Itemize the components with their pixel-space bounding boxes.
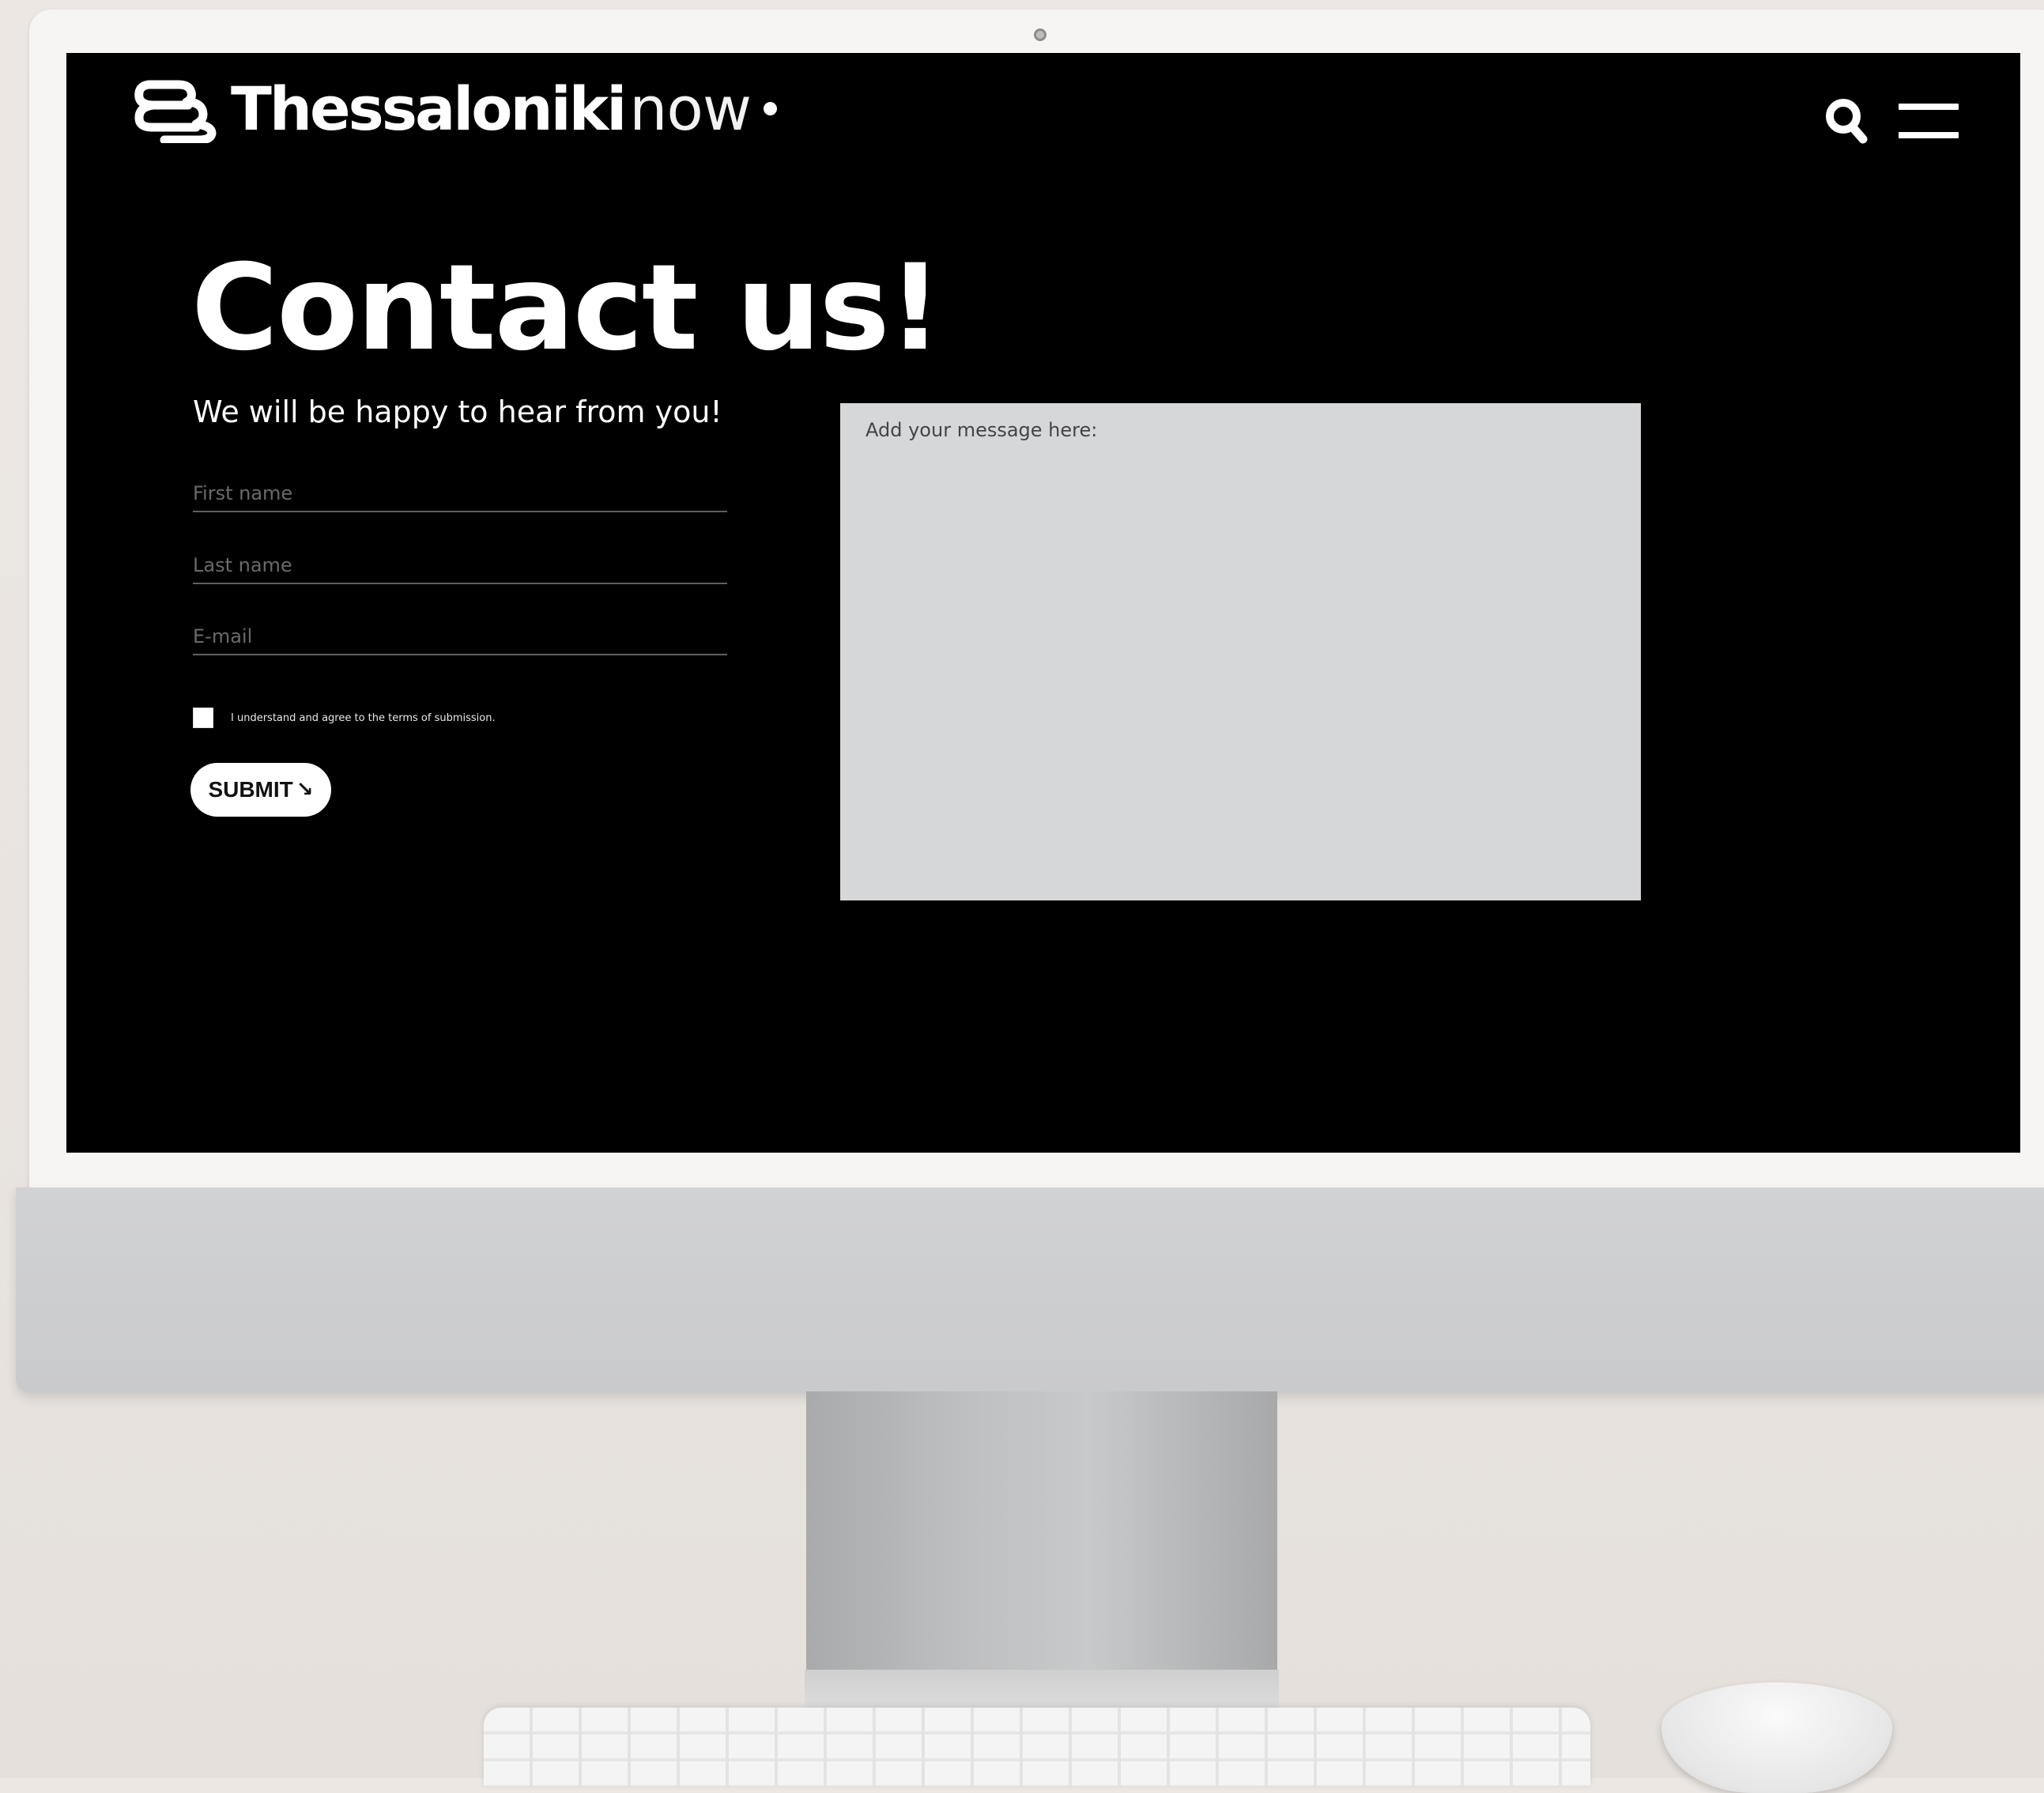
first-name-input[interactable] bbox=[193, 478, 727, 509]
search-button[interactable] bbox=[1824, 97, 1869, 145]
logo-wordmark: Thessalonikinow bbox=[231, 79, 778, 139]
search-icon bbox=[1826, 99, 1868, 144]
monitor-stand bbox=[806, 1391, 1277, 1708]
arrow-down-right-icon: ↘ bbox=[296, 778, 314, 802]
terms-label: I understand and agree to the terms of s… bbox=[231, 712, 496, 724]
monitor-stand-foot bbox=[805, 1670, 1279, 1708]
first-name-field bbox=[193, 478, 727, 512]
logo-dot bbox=[764, 101, 778, 115]
last-name-input[interactable] bbox=[193, 549, 727, 581]
keyboard bbox=[484, 1708, 1590, 1787]
screen: Thessalonikinow Contact us! We will be h… bbox=[66, 53, 2020, 1153]
monitor-chin bbox=[16, 1187, 2044, 1393]
page-subtitle: We will be happy to hear from you! bbox=[193, 394, 722, 429]
menu-line bbox=[1899, 132, 1959, 138]
email-input[interactable] bbox=[193, 621, 727, 652]
message-textarea[interactable] bbox=[840, 403, 1641, 900]
last-name-field bbox=[193, 549, 727, 584]
terms-agreement: I understand and agree to the terms of s… bbox=[193, 708, 496, 728]
page-title: Contact us! bbox=[191, 240, 942, 377]
logo-word-thessaloniki: Thessaloniki bbox=[231, 74, 627, 144]
terms-checkbox[interactable] bbox=[193, 708, 213, 728]
webcam bbox=[1034, 28, 1047, 41]
menu-line bbox=[1899, 104, 1959, 110]
logo-word-now: now bbox=[629, 74, 752, 144]
site-logo[interactable]: Thessalonikinow bbox=[133, 75, 778, 143]
hamburger-menu-button[interactable] bbox=[1899, 104, 1959, 138]
email-field bbox=[193, 621, 727, 655]
thessaloniki-logo-mark-icon bbox=[134, 80, 217, 143]
submit-label: SUBMIT bbox=[208, 777, 293, 802]
mouse bbox=[1661, 1682, 1892, 1793]
submit-button[interactable]: SUBMIT ↘ bbox=[190, 763, 331, 817]
